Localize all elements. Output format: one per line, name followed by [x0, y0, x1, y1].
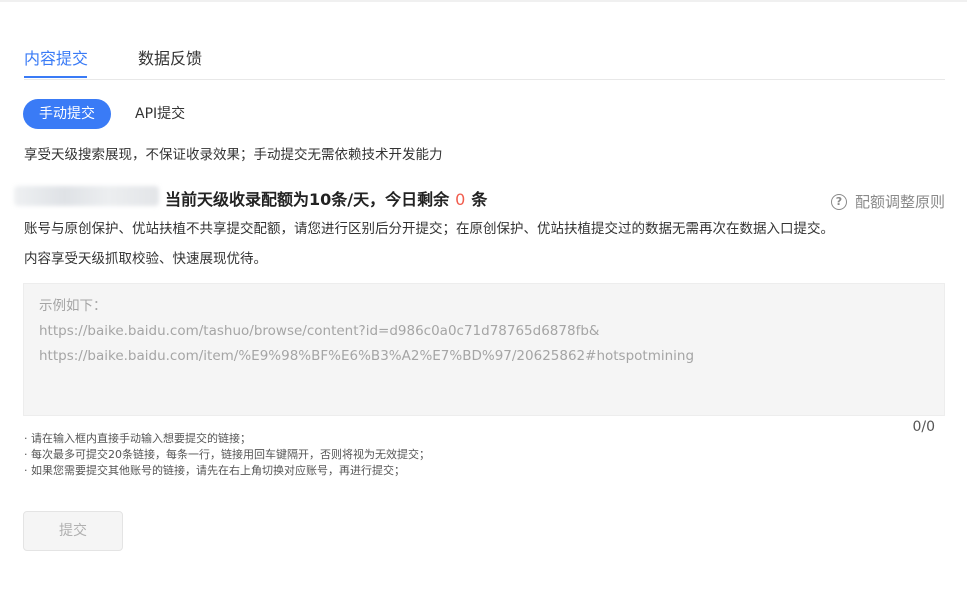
subtab-manual-submit[interactable]: 手动提交: [23, 99, 111, 129]
note-item: · 如果您需要提交其他账号的链接，请先在右上角切换对应账号，再进行提交；: [24, 464, 405, 477]
quota-rules-label: 配额调整原则: [854, 193, 945, 211]
tab-data-feedback[interactable]: 数据反馈: [138, 48, 202, 70]
submit-button[interactable]: 提交: [23, 511, 123, 551]
note-item: · 每次最多可提交20条链接，每条一行，链接用回车键隔开，否则将视为无效提交；: [24, 448, 430, 461]
quota-text: 当前天级收录配额为10条/天，今日剩余: [165, 190, 450, 209]
placeholder-line: https://baike.baidu.com/item/%E9%98%BF%E…: [39, 348, 695, 364]
top-divider: [0, 0, 967, 2]
main-tabs: 内容提交 数据反馈: [24, 38, 945, 80]
quota-remaining-count: 0: [455, 190, 466, 209]
tab-content-submit[interactable]: 内容提交: [24, 48, 88, 70]
subtab-api-submit[interactable]: API提交: [135, 99, 185, 129]
quota-info: 当前天级收录配额为10条/天，今日剩余 0 条: [165, 189, 487, 211]
account-name-redacted: [14, 186, 159, 206]
quota-unit: 条: [471, 190, 488, 209]
notice-fast-display: 内容享受天级抓取校验、快速展现优待。: [24, 251, 267, 267]
placeholder-line: https://baike.baidu.com/tashuo/browse/co…: [39, 323, 600, 339]
char-counter: 0/0: [912, 419, 935, 435]
placeholder-line: 示例如下：: [39, 298, 107, 314]
intro-text: 享受天级搜索展现，不保证收录效果；手动提交无需依赖技术开发能力: [24, 147, 443, 163]
question-circle-icon: ?: [830, 194, 847, 210]
notice-quota-separation: 账号与原创保护、优站扶植不共享提交配额，请您进行区别后分开提交；在原创保护、优站…: [24, 221, 834, 237]
active-tab-indicator: [24, 76, 87, 78]
quota-rules-link[interactable]: ? 配额调整原则: [830, 192, 945, 212]
url-input-textarea[interactable]: 示例如下： https://baike.baidu.com/tashuo/bro…: [23, 283, 945, 416]
submit-notes: · 请在输入框内直接手动输入想要提交的链接； · 每次最多可提交20条链接，每条…: [24, 431, 430, 479]
note-item: · 请在输入框内直接手动输入想要提交的链接；: [24, 432, 251, 445]
